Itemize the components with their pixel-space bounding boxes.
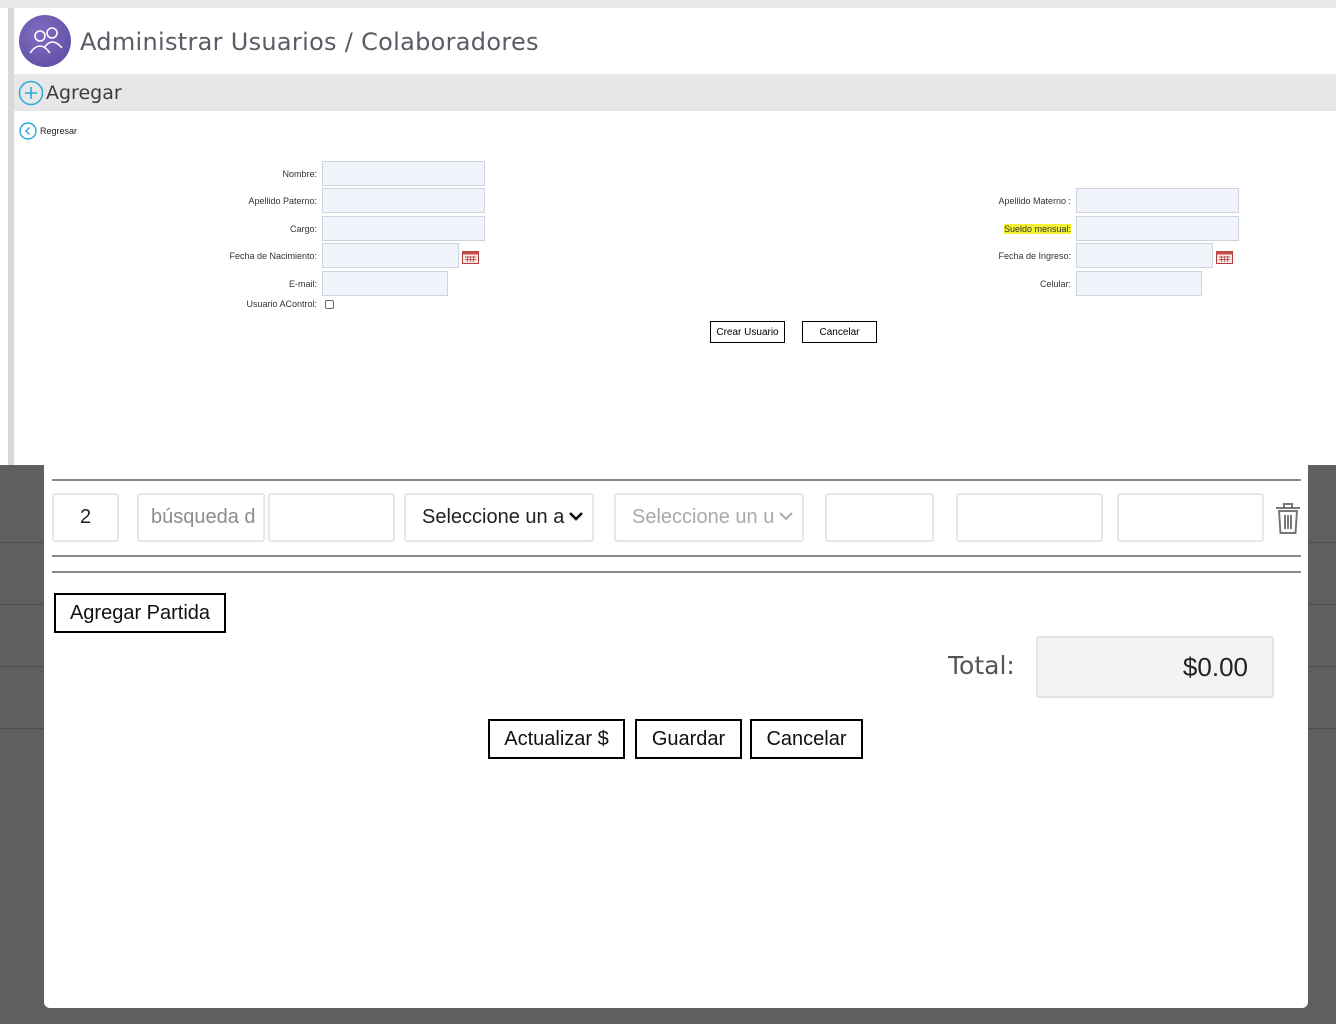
calendar-icon[interactable]: [462, 251, 479, 264]
row-top-divider: [52, 479, 1301, 481]
first-select[interactable]: Seleccione un a: [404, 493, 594, 542]
total-value: $0.00: [1036, 636, 1274, 698]
cancelar-button[interactable]: Cancelar: [750, 719, 863, 759]
overlay-divider: [1308, 542, 1336, 543]
plus-circle-icon: [18, 80, 44, 106]
fecha-ingreso-label: Fecha de Ingreso:: [998, 251, 1071, 261]
sueldo-mensual-input[interactable]: [1076, 216, 1239, 241]
users-admin-window: Administrar Usuarios / Colaboradores Agr…: [0, 0, 1336, 465]
cargo-input[interactable]: [322, 216, 485, 241]
chevron-down-icon: [778, 510, 794, 526]
partida-number: 2: [52, 493, 119, 542]
apellido-materno-input[interactable]: [1076, 188, 1239, 213]
second-select-value: Seleccione un u: [632, 506, 775, 528]
fecha-nacimiento-input[interactable]: [322, 243, 459, 268]
celular-input[interactable]: [1076, 271, 1202, 296]
back-link[interactable]: Regresar: [19, 122, 77, 140]
apellido-materno-label: Apellido Materno :: [998, 196, 1071, 206]
nombre-input[interactable]: [322, 161, 485, 186]
overlay-divider: [1308, 666, 1336, 667]
calendar-icon[interactable]: [1216, 251, 1233, 264]
users-avatar-icon: [19, 15, 71, 67]
celular-label: Celular:: [1039, 279, 1071, 289]
quantity-input[interactable]: [825, 493, 934, 542]
total-label: Total:: [948, 651, 1015, 680]
email-input[interactable]: [322, 271, 448, 296]
apellido-paterno-input[interactable]: [322, 188, 485, 213]
page-header: Administrar Usuarios / Colaboradores: [14, 12, 1336, 74]
page-title: Administrar Usuarios / Colaboradores: [80, 28, 539, 56]
usuario-acontrol-label: Usuario AControl:: [246, 299, 317, 309]
sueldo-mensual-highlight: Sueldo mensual:: [1003, 224, 1071, 234]
product-search-input[interactable]: búsqueda d: [137, 493, 265, 542]
partida-window: 2 búsqueda d Seleccione un a Seleccione …: [0, 465, 1336, 1024]
overlay-divider: [0, 728, 44, 729]
apellido-paterno-label: Apellido Paterno:: [248, 196, 317, 206]
add-button[interactable]: Agregar: [18, 79, 122, 107]
overlay-divider: [1308, 728, 1336, 729]
back-label: Regresar: [40, 126, 78, 136]
row-bottom-divider: [52, 555, 1301, 557]
add-toolbar: Agregar: [14, 74, 1336, 111]
overlay-divider: [0, 542, 44, 543]
add-button-label: Agregar: [46, 82, 122, 104]
guardar-button[interactable]: Guardar: [635, 719, 742, 759]
sueldo-mensual-label: Sueldo mensual:: [1003, 224, 1071, 234]
overlay-divider: [0, 666, 44, 667]
nombre-label: Nombre:: [282, 169, 317, 179]
first-select-value: Seleccione un a: [422, 506, 565, 528]
amount-input[interactable]: [1117, 493, 1264, 542]
description-input[interactable]: [268, 493, 395, 542]
second-select[interactable]: Seleccione un u: [614, 493, 804, 542]
actualizar-button[interactable]: Actualizar $: [488, 719, 625, 759]
trash-icon[interactable]: [1274, 500, 1302, 536]
window-top-strip: [0, 0, 1336, 8]
overlay-divider: [0, 604, 44, 605]
fecha-ingreso-input[interactable]: [1076, 243, 1213, 268]
partida-dialog: 2 búsqueda d Seleccione un a Seleccione …: [44, 465, 1308, 1008]
back-arrow-icon: [19, 122, 37, 140]
chevron-down-icon: [568, 510, 584, 526]
email-label: E-mail:: [288, 279, 317, 289]
section-divider: [52, 571, 1301, 573]
agregar-partida-button[interactable]: Agregar Partida: [54, 593, 226, 633]
cargo-label: Cargo:: [289, 224, 317, 234]
cancelar-usuario-button[interactable]: Cancelar: [802, 321, 877, 343]
overlay-divider: [1308, 604, 1336, 605]
crear-usuario-button[interactable]: Crear Usuario: [710, 321, 785, 343]
fecha-nacimiento-label: Fecha de Nacimiento:: [229, 251, 317, 261]
usuario-acontrol-checkbox[interactable]: [325, 300, 334, 309]
price-input[interactable]: [956, 493, 1103, 542]
